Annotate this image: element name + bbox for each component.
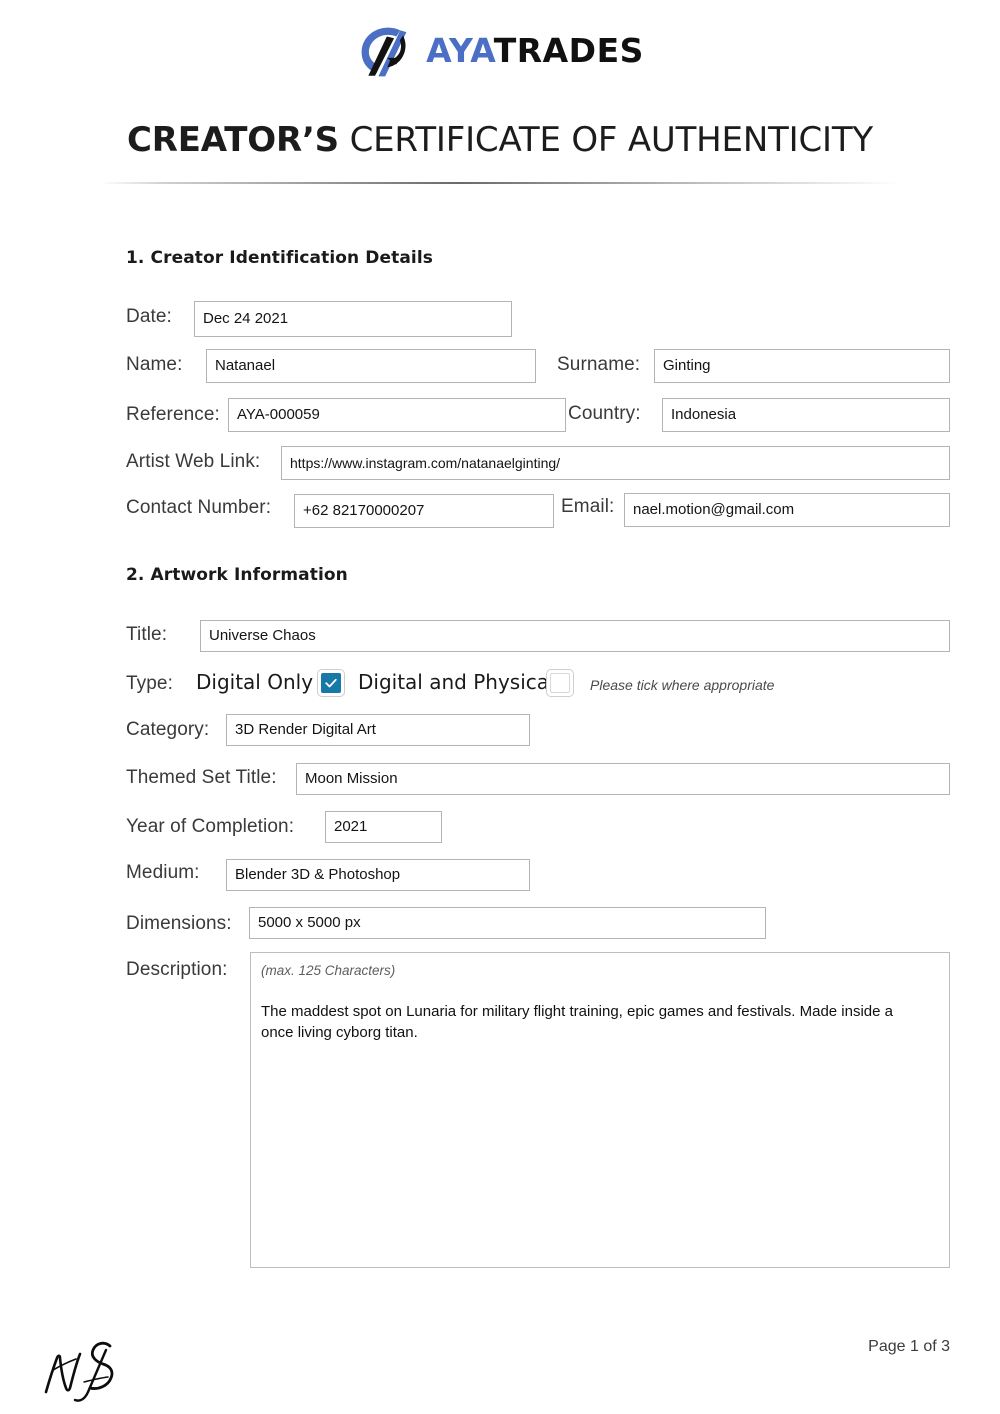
ayatrades-logo-icon xyxy=(361,27,407,77)
page-title: CREATOR’S CERTIFICATE OF AUTHENTICITY xyxy=(0,118,1000,162)
label-year-of-completion: Year of Completion: xyxy=(126,816,295,837)
label-contact-number: Contact Number: xyxy=(126,497,272,518)
label-artist-web-link: Artist Web Link: xyxy=(126,451,261,472)
dimensions-value: 5000 x 5000 px xyxy=(258,914,361,931)
category-field[interactable]: 3D Render Digital Art xyxy=(226,714,530,746)
label-dimensions: Dimensions: xyxy=(126,913,232,934)
page-title-strong: CREATOR’S xyxy=(127,120,339,160)
label-email: Email: xyxy=(561,496,615,517)
medium-field[interactable]: Blender 3D & Photoshop xyxy=(226,859,530,891)
signature-ng-icon xyxy=(44,1341,114,1402)
artwork-title-field[interactable]: Universe Chaos xyxy=(200,620,950,652)
description-hint: (max. 125 Characters) xyxy=(261,963,396,978)
reference-field[interactable]: AYA-000059 xyxy=(228,398,566,432)
label-type: Type: xyxy=(126,673,173,694)
brand-header: AYATRADES xyxy=(0,22,1000,78)
brand-name-aya: AYA xyxy=(426,30,494,70)
checkbox-digital-only[interactable] xyxy=(317,669,345,697)
surname-field[interactable]: Ginting xyxy=(654,349,950,383)
date-value: Dec 24 2021 xyxy=(203,310,289,327)
label-category: Category: xyxy=(126,719,210,740)
description-field[interactable]: (max. 125 Characters) The maddest spot o… xyxy=(250,952,950,1268)
brand-name-trades: TRADES xyxy=(493,30,644,70)
label-country: Country: xyxy=(568,403,641,424)
label-description: Description: xyxy=(126,959,228,980)
year-of-completion-value: 2021 xyxy=(334,818,368,835)
label-title: Title: xyxy=(126,624,168,645)
type-option-digital-and-physical[interactable]: Digital and Physical xyxy=(358,670,555,694)
country-field[interactable]: Indonesia xyxy=(662,398,950,432)
checkbox-digital-and-physical[interactable] xyxy=(546,669,574,697)
themed-set-title-field[interactable]: Moon Mission xyxy=(296,763,950,795)
label-surname: Surname: xyxy=(557,354,641,375)
description-value: The maddest spot on Lunaria for military… xyxy=(261,1003,893,1041)
label-themed-set-title: Themed Set Title: xyxy=(126,767,277,788)
checkbox-digital-only-fill xyxy=(321,673,341,693)
check-icon xyxy=(325,678,337,688)
type-hint: Please tick where appropriate xyxy=(590,677,775,693)
label-reference: Reference: xyxy=(126,404,220,425)
page-indicator: Page 1 of 3 xyxy=(868,1338,950,1355)
artwork-title-value: Universe Chaos xyxy=(209,627,316,644)
themed-set-title-value: Moon Mission xyxy=(305,770,398,787)
reference-value: AYA-000059 xyxy=(237,406,320,423)
contact-number-value: +62 82170000207 xyxy=(303,502,425,519)
category-value: 3D Render Digital Art xyxy=(235,721,376,738)
artist-web-link-field[interactable]: https://www.instagram.com/natanaelgintin… xyxy=(281,446,950,480)
type-option-digital-only[interactable]: Digital Only xyxy=(196,670,313,694)
brand-wordmark: AYATRADES xyxy=(426,34,644,67)
contact-number-field[interactable]: +62 82170000207 xyxy=(294,494,554,528)
date-field[interactable]: Dec 24 2021 xyxy=(194,301,512,337)
name-value: Natanael xyxy=(215,357,276,374)
checkbox-digital-and-physical-fill xyxy=(550,673,570,693)
title-divider xyxy=(100,182,900,184)
section-heading-creator-identification: 1. Creator Identification Details xyxy=(126,248,433,268)
artist-web-link-value: https://www.instagram.com/natanaelgintin… xyxy=(290,454,561,471)
year-of-completion-field[interactable]: 2021 xyxy=(325,811,442,843)
section-heading-artwork-information: 2. Artwork Information xyxy=(126,565,348,585)
email-field[interactable]: nael.motion@gmail.com xyxy=(624,493,950,527)
page-title-light: CERTIFICATE OF AUTHENTICITY xyxy=(349,120,874,160)
dimensions-field[interactable]: 5000 x 5000 px xyxy=(249,907,766,939)
email-value: nael.motion@gmail.com xyxy=(633,501,795,518)
label-medium: Medium: xyxy=(126,862,200,883)
label-date: Date: xyxy=(126,306,172,327)
medium-value: Blender 3D & Photoshop xyxy=(235,866,401,883)
surname-value: Ginting xyxy=(663,357,711,374)
country-value: Indonesia xyxy=(671,406,737,423)
label-name: Name: xyxy=(126,354,183,375)
name-field[interactable]: Natanael xyxy=(206,349,536,383)
